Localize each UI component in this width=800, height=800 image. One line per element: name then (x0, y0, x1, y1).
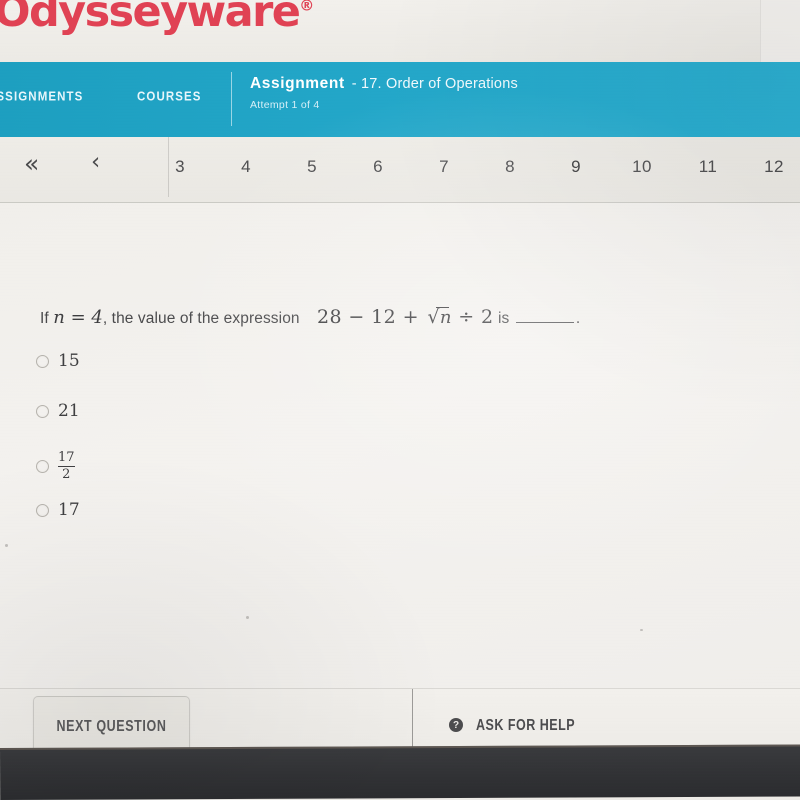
nav-item-assignments[interactable]: ASSIGNMENTS (0, 90, 83, 103)
assignment-label: Assignment (250, 75, 345, 92)
answer-blank (515, 309, 574, 323)
expression-lead: 28 − 12 + (316, 306, 426, 328)
radio-button-4[interactable] (36, 504, 49, 517)
attempt-counter: Attempt 1 of 4 (250, 99, 320, 111)
previous-page-icon[interactable]: ‹ (91, 151, 100, 174)
radio-button-2[interactable] (36, 405, 49, 418)
page-number-5[interactable]: 5 (294, 157, 330, 177)
page-number-11[interactable]: 11 (690, 157, 726, 177)
option-label-1: 15 (58, 351, 80, 371)
page-number-10[interactable]: 10 (624, 157, 660, 177)
ask-for-help-label: ASK FOR HELP (476, 716, 576, 734)
assignment-info-block: Assignment - 17. Order of Operations Atte… (250, 76, 518, 111)
dust-speck (246, 616, 249, 619)
page-number-6[interactable]: 6 (360, 157, 396, 177)
answer-option-4[interactable]: 17 (36, 502, 80, 519)
answer-option-1[interactable]: 15 (36, 353, 80, 370)
registered-trademark-icon: ® (299, 0, 315, 15)
assignment-name: - 17. Order of Operations (351, 76, 518, 92)
next-question-label: NEXT QUESTION (56, 717, 167, 735)
answer-option-2[interactable]: 21 (36, 403, 80, 420)
dust-speck (640, 629, 643, 631)
page-number-3[interactable]: 3 (162, 157, 198, 177)
header-logo-band: Odysseyware® (0, 0, 800, 62)
expression-tail: ÷ 2 (451, 306, 494, 328)
assignment-title-row: Assignment - 17. Order of Operations (250, 76, 518, 92)
fraction-denominator: 2 (58, 465, 75, 483)
question-suffix: is (498, 310, 510, 327)
question-pagination-bar: « ‹ 3 4 5 6 7 8 9 10 11 12 (0, 137, 800, 203)
fraction-numerator: 17 (58, 450, 75, 465)
option-label-2: 21 (58, 401, 80, 421)
question-period: . (575, 310, 581, 327)
square-root-icon: √ (425, 306, 450, 328)
odysseyware-assignment-screen: Odysseyware® ASSIGNMENTS COURSES Assignm… (0, 0, 800, 800)
footer-divider (412, 689, 414, 749)
photo-dark-bezel (0, 744, 800, 800)
header-right-edge (760, 0, 800, 62)
page-number-9[interactable]: 9 (558, 157, 594, 177)
page-number-12[interactable]: 12 (756, 157, 792, 177)
question-expression: 28 − 12 + √ n ÷ 2 (304, 306, 493, 328)
odysseyware-logo[interactable]: Odysseyware® (0, 0, 314, 37)
question-prefix: If (40, 310, 49, 327)
radio-button-3[interactable] (36, 460, 49, 474)
question-mark-icon: ? (449, 718, 463, 732)
page-number-8[interactable]: 8 (492, 157, 528, 177)
question-middle-text: , the value of the expression (102, 310, 300, 327)
option-fraction-3: 17 2 (58, 450, 75, 483)
page-number-4[interactable]: 4 (228, 157, 264, 177)
question-content-area: If n = 4, the value of the expression 28… (0, 203, 800, 749)
ask-for-help-button[interactable]: ? ASK FOR HELP (449, 716, 576, 734)
page-number-7[interactable]: 7 (426, 157, 462, 177)
nav-item-courses[interactable]: COURSES (137, 90, 202, 103)
answer-option-3[interactable]: 17 2 (36, 450, 75, 483)
nav-divider (231, 72, 232, 126)
radio-button-1[interactable] (36, 355, 49, 368)
question-prompt: If n = 4, the value of the expression 28… (40, 306, 580, 328)
sqrt-operand: n (439, 307, 452, 328)
first-page-icon[interactable]: « (24, 151, 39, 176)
dust-speck (5, 544, 8, 547)
logo-wordmark: Odysseyware (0, 0, 301, 37)
option-label-4: 17 (58, 500, 80, 520)
question-variable-assignment: n = 4 (53, 307, 103, 328)
